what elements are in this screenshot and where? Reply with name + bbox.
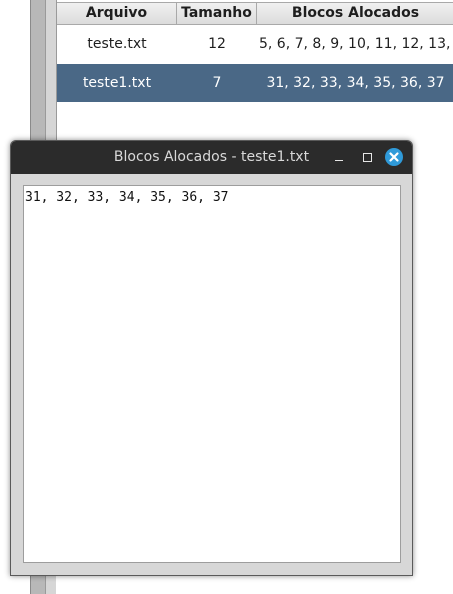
blocos-alocados-dialog: Blocos Alocados - teste1.txt 31, 32, 33,…	[10, 140, 413, 576]
table-row-selected[interactable]: teste1.txt 7 31, 32, 33, 34, 35, 36, 37	[57, 64, 453, 102]
allocated-blocks-text: 31, 32, 33, 34, 35, 36, 37	[25, 190, 229, 205]
minimize-icon	[335, 160, 343, 161]
cell-arquivo: teste1.txt	[82, 75, 152, 91]
column-header-arquivo[interactable]: Arquivo	[57, 3, 177, 24]
cell-tamanho: 7	[212, 75, 222, 91]
maximize-icon	[363, 153, 372, 162]
column-header-tamanho[interactable]: Tamanho	[177, 3, 257, 24]
content-text-area[interactable]: 31, 32, 33, 34, 35, 36, 37	[23, 185, 401, 563]
column-header-blocos-alocados[interactable]: Blocos Alocados	[257, 3, 453, 24]
cell-tamanho: 12	[208, 36, 226, 52]
dialog-titlebar[interactable]: Blocos Alocados - teste1.txt	[11, 141, 412, 174]
table-row[interactable]: teste.txt 12 5, 6, 7, 8, 9, 10, 11, 12, …	[57, 25, 453, 63]
cell-arquivo: teste.txt	[87, 36, 147, 52]
cell-blocos-alocados: 5, 6, 7, 8, 9, 10, 11, 12, 13, 14, 15, 1…	[259, 36, 453, 52]
cell-blocos-alocados: 31, 32, 33, 34, 35, 36, 37	[266, 75, 445, 91]
close-icon	[389, 152, 399, 162]
close-button[interactable]	[385, 148, 403, 166]
dialog-title: Blocos Alocados - teste1.txt	[113, 149, 310, 165]
maximize-button[interactable]	[359, 149, 375, 165]
files-table: Arquivo Tamanho Blocos Alocados teste.tx…	[56, 0, 453, 140]
minimize-button[interactable]	[331, 149, 347, 165]
table-header: Arquivo Tamanho Blocos Alocados	[57, 2, 453, 25]
